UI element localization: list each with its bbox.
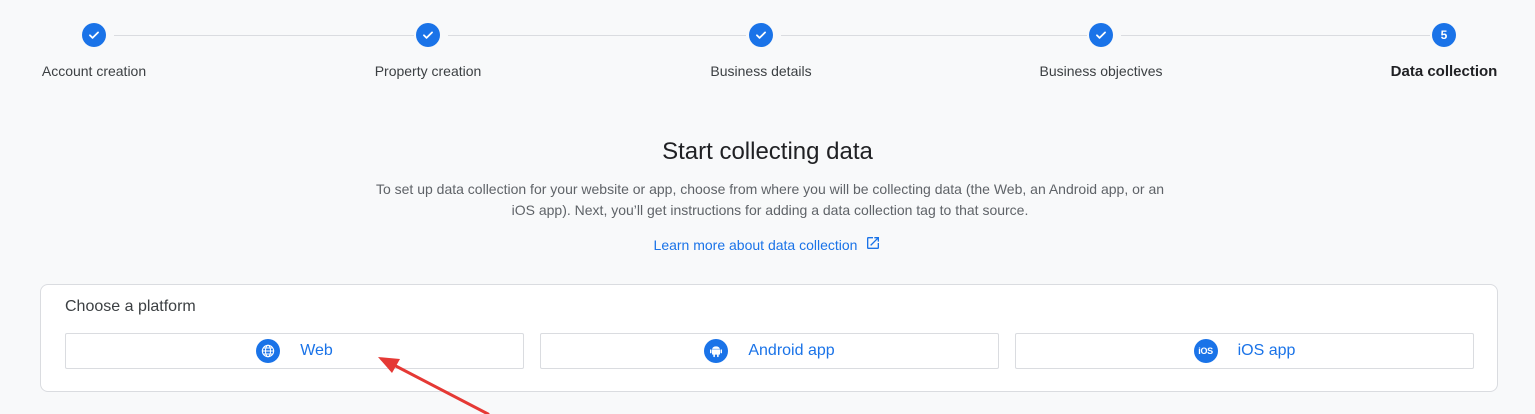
step-5-number: 5: [1432, 23, 1456, 47]
card-title: Choose a platform: [65, 298, 196, 315]
choose-platform-card: Choose a platform Web Android app iOS iO…: [40, 284, 1498, 392]
android-icon: [704, 339, 729, 363]
ios-platform-label: iOS app: [1237, 342, 1296, 359]
step-label-business-objectives: Business objectives: [1039, 63, 1163, 79]
learn-more-label: Learn more about data collection: [653, 236, 858, 253]
external-link-icon: [865, 235, 881, 254]
step-label-account-creation: Account creation: [41, 63, 147, 79]
step-label-data-collection: Data collection: [1390, 63, 1498, 80]
android-platform-label: Android app: [748, 342, 835, 359]
learn-more-link[interactable]: Learn more about data collection: [654, 235, 882, 254]
ios-icon: iOS: [1193, 339, 1218, 363]
learn-more-container: Learn more about data collection: [0, 235, 1535, 254]
web-platform-label: Web: [300, 342, 333, 359]
step-connector: [448, 35, 746, 36]
step-4-check-icon: [1089, 23, 1113, 47]
page-title: Start collecting data: [662, 138, 873, 165]
step-label-property-creation: Property creation: [374, 63, 482, 79]
step-connector: [1121, 35, 1430, 36]
step-connector: [114, 35, 414, 36]
web-platform-button[interactable]: Web: [65, 333, 524, 369]
step-3-check-icon: [749, 23, 773, 47]
step-1-check-icon: [82, 23, 106, 47]
ios-platform-button[interactable]: iOS iOS app: [1015, 333, 1474, 369]
ios-icon-glyph: iOS: [1198, 346, 1213, 356]
android-platform-button[interactable]: Android app: [540, 333, 999, 369]
step-label-business-details: Business details: [710, 63, 812, 79]
globe-icon: [256, 339, 281, 363]
setup-stepper: 5 Account creation Property creation Bus…: [0, 0, 1535, 100]
step-2-check-icon: [416, 23, 440, 47]
page-description: To set up data collection for your websi…: [375, 181, 1165, 218]
step-connector: [781, 35, 1087, 36]
